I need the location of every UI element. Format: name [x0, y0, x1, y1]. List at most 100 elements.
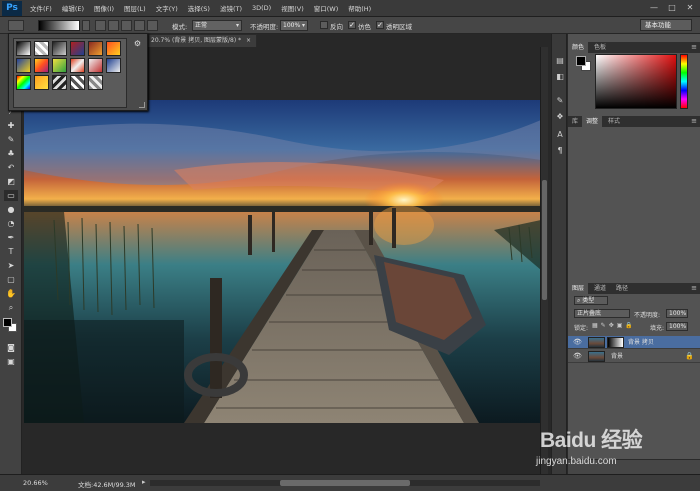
- menu-view[interactable]: 视图(V): [276, 3, 309, 13]
- opacity-input[interactable]: 100%: [280, 20, 308, 31]
- document-image[interactable]: [24, 100, 541, 423]
- tab-libraries[interactable]: 库: [568, 116, 582, 127]
- paragraph-panel-icon[interactable]: ¶: [555, 146, 565, 156]
- gradient-preset-yellow-green[interactable]: [52, 58, 67, 73]
- close-button[interactable]: ✕: [684, 2, 696, 13]
- history-panel-icon[interactable]: ▤: [555, 56, 565, 66]
- gradient-preset-red-white[interactable]: [70, 58, 85, 73]
- pen-tool-icon[interactable]: ✒: [4, 232, 18, 243]
- layer-row-selected[interactable]: 👁 背景 拷贝: [568, 336, 700, 349]
- tab-styles[interactable]: 样式: [604, 116, 624, 127]
- gradient-preset-transparent-2[interactable]: [70, 75, 85, 90]
- color-swatches[interactable]: [3, 318, 19, 334]
- type-tool-icon[interactable]: T: [4, 246, 18, 257]
- menu-image[interactable]: 图像(I): [89, 3, 119, 13]
- menu-filter[interactable]: 滤镜(T): [215, 3, 247, 13]
- document-tab-close[interactable]: ×: [246, 37, 251, 44]
- gradient-preset-blue-white[interactable]: [106, 58, 121, 73]
- blend-mode-select[interactable]: 正片叠底: [574, 309, 630, 318]
- clone-source-icon[interactable]: ❖: [555, 112, 565, 122]
- mode-select[interactable]: 正常: [192, 20, 242, 31]
- minimize-button[interactable]: —: [648, 2, 660, 13]
- gradient-preset-white-red[interactable]: [88, 58, 103, 73]
- panel-menu-icon[interactable]: ≡: [691, 117, 697, 125]
- layer-row[interactable]: 👁 背景 🔒: [568, 350, 700, 363]
- gradient-preset-gold[interactable]: [34, 75, 49, 90]
- horizontal-scroll-thumb[interactable]: [280, 480, 410, 486]
- menu-layer[interactable]: 图层(L): [119, 3, 151, 13]
- gradient-preset-warm[interactable]: [34, 58, 49, 73]
- restore-button[interactable]: □: [666, 2, 678, 13]
- zoom-level[interactable]: 20.66%: [23, 479, 48, 487]
- diamond-gradient-button[interactable]: [147, 20, 158, 31]
- eye-icon[interactable]: 👁: [573, 336, 582, 349]
- screen-mode-icon[interactable]: ▣: [4, 356, 18, 367]
- hue-slider[interactable]: [680, 54, 688, 109]
- tab-swatches[interactable]: 色板: [590, 42, 610, 53]
- tool-preset-picker[interactable]: [8, 20, 24, 31]
- foreground-color-swatch[interactable]: [3, 318, 12, 327]
- document-tab[interactable]: 20.7% (背景 拷贝, 图层蒙版/8) * ×: [147, 34, 257, 47]
- panel-menu-icon[interactable]: ≡: [691, 284, 697, 292]
- angle-gradient-button[interactable]: [121, 20, 132, 31]
- layer-filter-select[interactable]: ⌕ 类型: [574, 296, 608, 305]
- gradient-preset-black-white[interactable]: [16, 41, 31, 56]
- tab-channels[interactable]: 通道: [590, 283, 610, 294]
- vertical-scrollbar[interactable]: [540, 47, 548, 474]
- vertical-scroll-thumb[interactable]: [542, 180, 547, 300]
- tab-color[interactable]: 颜色: [568, 42, 589, 53]
- lock-icons[interactable]: ▦✎✥▣🔒: [592, 322, 636, 329]
- foreground-color[interactable]: [576, 56, 586, 66]
- character-panel-icon[interactable]: A: [555, 130, 565, 140]
- status-menu-arrow[interactable]: ▸: [142, 478, 146, 486]
- gradient-preset-blue-yellow[interactable]: [16, 58, 31, 73]
- reflected-gradient-button[interactable]: [134, 20, 145, 31]
- linear-gradient-button[interactable]: [95, 20, 106, 31]
- gradient-dropdown-arrow[interactable]: [82, 20, 90, 31]
- gradient-preset-transparent-3[interactable]: [88, 75, 103, 90]
- popup-resize-handle[interactable]: [139, 102, 145, 108]
- gradient-preset-spectrum[interactable]: [16, 75, 31, 90]
- clone-stamp-icon[interactable]: ♣: [4, 148, 18, 159]
- menu-help[interactable]: 帮助(H): [343, 3, 376, 13]
- tab-paths[interactable]: 路径: [612, 283, 632, 294]
- menu-edit[interactable]: 编辑(E): [57, 3, 89, 13]
- hand-tool-icon[interactable]: ✋: [4, 288, 18, 299]
- gradient-preset-transparent-1[interactable]: [34, 41, 49, 56]
- layer-mask-thumbnail[interactable]: [607, 337, 624, 348]
- gradient-preset-orange-yellow[interactable]: [106, 41, 121, 56]
- tab-layers[interactable]: 图层: [568, 283, 589, 294]
- shape-tool-icon[interactable]: ▢: [4, 274, 18, 285]
- gear-icon[interactable]: ⚙: [134, 39, 141, 48]
- brush-tool-icon[interactable]: ✎: [4, 134, 18, 145]
- eye-icon[interactable]: 👁: [573, 350, 582, 363]
- gradient-preview[interactable]: [38, 20, 80, 31]
- layer-opacity-input[interactable]: 100%: [666, 309, 688, 318]
- gradient-preset-brown-orange[interactable]: [88, 41, 103, 56]
- healing-brush-icon[interactable]: ✚: [4, 120, 18, 131]
- menu-3d[interactable]: 3D(D): [247, 4, 276, 12]
- dither-checkbox[interactable]: ✓: [348, 21, 356, 29]
- horizontal-scrollbar[interactable]: [150, 480, 540, 486]
- radial-gradient-button[interactable]: [108, 20, 119, 31]
- blur-tool-icon[interactable]: ●: [4, 204, 18, 215]
- tab-adjustments[interactable]: 调整: [582, 116, 603, 127]
- reverse-checkbox[interactable]: [320, 21, 328, 29]
- gradient-tool-icon[interactable]: ▭: [4, 190, 18, 201]
- properties-panel-icon[interactable]: ◧: [555, 72, 565, 82]
- path-select-icon[interactable]: ➤: [4, 260, 18, 271]
- quick-mask-icon[interactable]: ◙: [4, 342, 18, 353]
- menu-window[interactable]: 窗口(W): [309, 3, 344, 13]
- color-picker-field[interactable]: [595, 54, 677, 109]
- dodge-tool-icon[interactable]: ◔: [4, 218, 18, 229]
- menu-type[interactable]: 文字(Y): [151, 3, 183, 13]
- gradient-preset-dark[interactable]: [52, 41, 67, 56]
- menu-select[interactable]: 选择(S): [183, 3, 215, 13]
- transparency-checkbox[interactable]: ✓: [376, 21, 384, 29]
- zoom-tool-icon[interactable]: ⌕: [4, 302, 18, 313]
- gradient-preset-red-blue[interactable]: [70, 41, 85, 56]
- history-brush-icon[interactable]: ↶: [4, 162, 18, 173]
- menu-file[interactable]: 文件(F): [25, 3, 57, 13]
- fill-input[interactable]: 100%: [666, 322, 688, 331]
- brush-panel-icon[interactable]: ✎: [555, 96, 565, 106]
